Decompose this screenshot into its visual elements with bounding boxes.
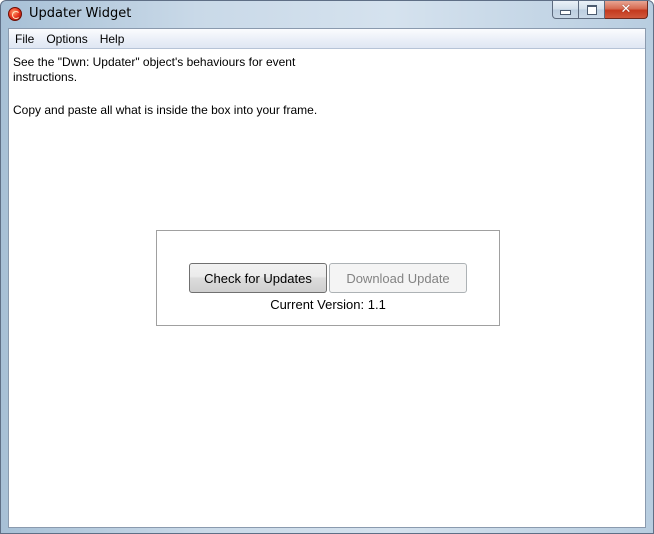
close-button[interactable]: ✕	[605, 1, 648, 19]
menu-file[interactable]: File	[9, 30, 40, 48]
minimize-icon	[560, 10, 571, 15]
caption-buttons: ✕	[552, 1, 648, 20]
check-for-updates-button[interactable]: Check for Updates	[189, 263, 327, 293]
close-icon: ✕	[620, 2, 632, 17]
menu-help[interactable]: Help	[94, 30, 131, 48]
instruction-text: See the "Dwn: Updater" object's behaviou…	[13, 55, 296, 84]
current-version-label: Current Version: 1.1	[270, 297, 386, 312]
app-window: Updater Widget ✕ File Options Help See t…	[0, 0, 654, 534]
window-title: Updater Widget	[29, 6, 132, 21]
maximize-icon	[586, 4, 597, 15]
client-area: File Options Help See the "Dwn: Updater"…	[8, 28, 646, 528]
copy-instruction-text: Copy and paste all what is inside the bo…	[13, 103, 318, 117]
updater-box: Check for Updates Download Update Curren…	[156, 230, 500, 326]
app-icon[interactable]	[8, 7, 22, 21]
maximize-button[interactable]	[579, 1, 605, 19]
download-update-button: Download Update	[329, 263, 467, 293]
menu-options[interactable]: Options	[40, 30, 93, 48]
minimize-button[interactable]	[552, 1, 579, 19]
content-area: See the "Dwn: Updater" object's behaviou…	[9, 49, 645, 527]
title-bar[interactable]: Updater Widget ✕	[1, 1, 653, 28]
menu-bar: File Options Help	[9, 29, 645, 49]
